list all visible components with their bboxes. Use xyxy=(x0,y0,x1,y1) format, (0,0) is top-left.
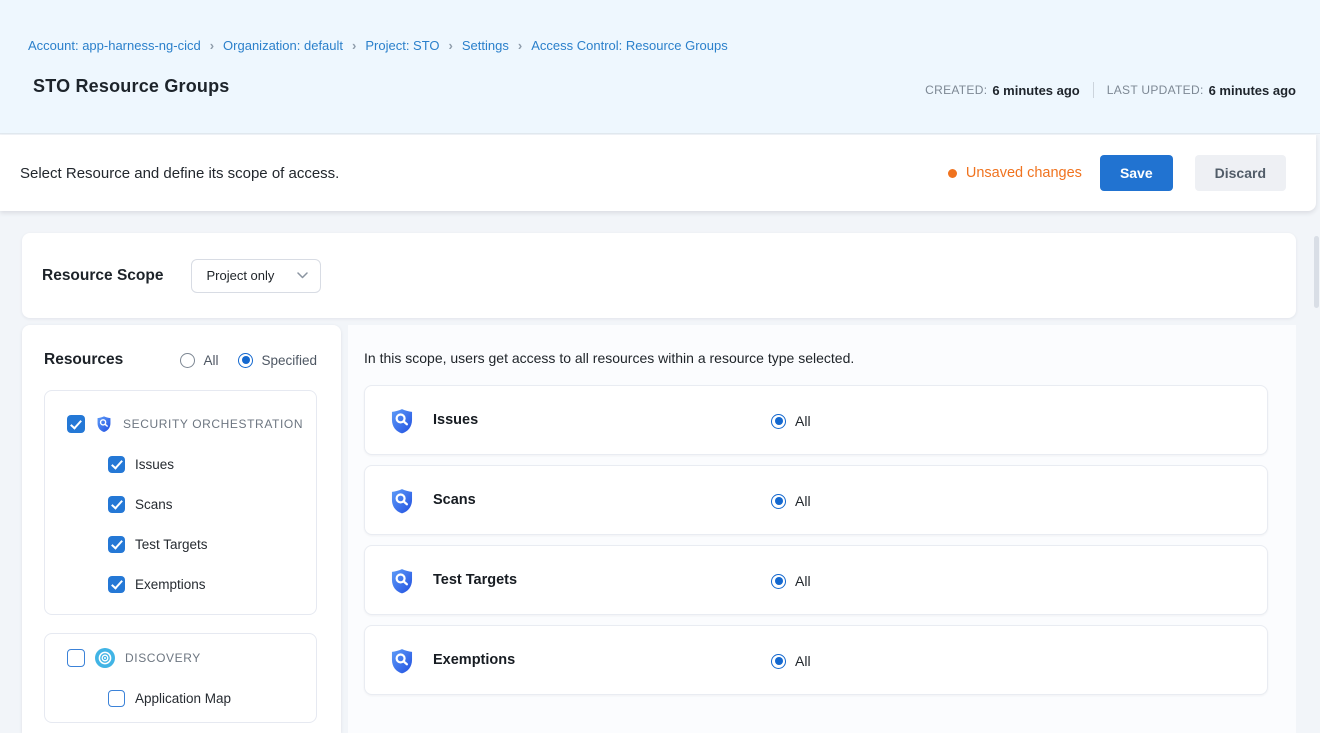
resource-card-title: Scans xyxy=(433,492,476,508)
scope-detail-pane: In this scope, users get access to all r… xyxy=(348,325,1296,733)
radio-option-specified[interactable]: Specified xyxy=(238,353,317,368)
breadcrumb-access-control[interactable]: Access Control: Resource Groups xyxy=(531,38,728,53)
tree-row-discovery: DISCOVERY xyxy=(67,649,201,667)
resources-panel: Resources All Specified SECURITY OR xyxy=(22,325,341,733)
last-updated-value: 6 minutes ago xyxy=(1209,83,1296,98)
unsaved-dot-icon xyxy=(948,169,957,178)
checkbox-issues[interactable] xyxy=(108,456,125,473)
last-updated-label: LAST UPDATED: xyxy=(1107,83,1204,97)
group-label: DISCOVERY xyxy=(125,651,201,665)
tree-row-application-map: Application Map xyxy=(108,689,231,707)
resource-card-test-targets: Test Targets All xyxy=(364,545,1268,615)
tree-item-label: Application Map xyxy=(135,691,231,706)
chevron-right-icon: › xyxy=(352,38,356,53)
access-all-label: All xyxy=(795,493,811,509)
resource-card-title: Issues xyxy=(433,412,478,428)
radio-all-selected-icon[interactable] xyxy=(771,414,786,429)
tree-item-label: Exemptions xyxy=(135,577,206,592)
checkbox-discovery[interactable] xyxy=(67,649,85,667)
tree-row-security-orchestration: SECURITY ORCHESTRATION xyxy=(67,415,303,433)
chevron-down-icon xyxy=(297,272,308,279)
radio-all-label: All xyxy=(203,353,218,368)
discard-button[interactable]: Discard xyxy=(1195,155,1286,191)
checkbox-test-targets[interactable] xyxy=(108,536,125,553)
sto-shield-icon xyxy=(388,407,416,435)
checkbox-exemptions[interactable] xyxy=(108,576,125,593)
breadcrumb-organization[interactable]: Organization: default xyxy=(223,38,343,53)
breadcrumb: Account: app-harness-ng-cicd › Organizat… xyxy=(28,38,728,53)
radio-specified-icon[interactable] xyxy=(238,353,253,368)
sto-shield-icon xyxy=(388,567,416,595)
breadcrumb-account[interactable]: Account: app-harness-ng-cicd xyxy=(28,38,201,53)
resource-scope-card: Resource Scope Project only xyxy=(22,233,1296,318)
resource-card-scans: Scans All xyxy=(364,465,1268,535)
resource-card-exemptions: Exemptions All xyxy=(364,625,1268,695)
sto-shield-icon xyxy=(388,647,416,675)
created-label: CREATED: xyxy=(925,83,987,97)
access-radio-group: All xyxy=(771,573,811,589)
checkbox-security-orchestration[interactable] xyxy=(67,415,85,433)
resource-group-discovery: DISCOVERY Application Map xyxy=(44,633,317,723)
access-radio-group: All xyxy=(771,413,811,429)
tree-row-test-targets: Test Targets xyxy=(108,535,208,553)
unsaved-changes-indicator: Unsaved changes xyxy=(948,165,1082,181)
radio-all-selected-icon[interactable] xyxy=(771,654,786,669)
sto-shield-icon xyxy=(95,415,113,433)
resources-panel-header: Resources All Specified xyxy=(44,351,317,369)
divider xyxy=(1093,82,1094,98)
scope-note: In this scope, users get access to all r… xyxy=(364,350,854,366)
timestamps: CREATED: 6 minutes ago LAST UPDATED: 6 m… xyxy=(925,82,1296,98)
access-all-label: All xyxy=(795,413,811,429)
access-all-label: All xyxy=(795,573,811,589)
breadcrumb-project[interactable]: Project: STO xyxy=(365,38,439,53)
resources-title: Resources xyxy=(44,351,123,369)
save-button[interactable]: Save xyxy=(1100,155,1173,191)
resource-scope-dropdown[interactable]: Project only xyxy=(191,259,321,293)
resource-scope-label: Resource Scope xyxy=(42,267,163,285)
tree-row-exemptions: Exemptions xyxy=(108,575,206,593)
unsaved-changes-label: Unsaved changes xyxy=(966,165,1082,181)
access-radio-group: All xyxy=(771,653,811,669)
page-title: STO Resource Groups xyxy=(33,76,230,97)
tree-item-label: Scans xyxy=(135,497,173,512)
toolbar-description: Select Resource and define its scope of … xyxy=(20,165,339,182)
radio-option-all[interactable]: All xyxy=(180,353,218,368)
group-label: SECURITY ORCHESTRATION xyxy=(123,417,303,431)
tree-row-scans: Scans xyxy=(108,495,173,513)
resource-card-title: Exemptions xyxy=(433,652,515,668)
page-header: Account: app-harness-ng-cicd › Organizat… xyxy=(0,0,1320,134)
chevron-right-icon: › xyxy=(210,38,214,53)
checkbox-application-map[interactable] xyxy=(108,690,125,707)
access-radio-group: All xyxy=(771,493,811,509)
resource-card-title: Test Targets xyxy=(433,572,517,588)
toolbar-actions: Unsaved changes Save Discard xyxy=(948,155,1286,191)
discovery-icon xyxy=(95,648,115,668)
radio-specified-label: Specified xyxy=(261,353,317,368)
sto-shield-icon xyxy=(388,487,416,515)
tree-row-issues: Issues xyxy=(108,455,174,473)
resource-group-security-orchestration: SECURITY ORCHESTRATION Issues Scans Test… xyxy=(44,390,317,615)
radio-all-icon[interactable] xyxy=(180,353,195,368)
checkbox-scans[interactable] xyxy=(108,496,125,513)
resource-card-issues: Issues All xyxy=(364,385,1268,455)
action-toolbar: Select Resource and define its scope of … xyxy=(0,135,1316,211)
chevron-right-icon: › xyxy=(518,38,522,53)
access-all-label: All xyxy=(795,653,811,669)
tree-item-label: Issues xyxy=(135,457,174,472)
tree-item-label: Test Targets xyxy=(135,537,208,552)
radio-all-selected-icon[interactable] xyxy=(771,574,786,589)
vertical-scrollbar-thumb[interactable] xyxy=(1314,236,1319,308)
chevron-right-icon: › xyxy=(449,38,453,53)
resources-mode-radios: All Specified xyxy=(180,353,317,368)
created-value: 6 minutes ago xyxy=(992,83,1079,98)
radio-all-selected-icon[interactable] xyxy=(771,494,786,509)
resource-scope-value: Project only xyxy=(206,268,274,283)
breadcrumb-settings[interactable]: Settings xyxy=(462,38,509,53)
